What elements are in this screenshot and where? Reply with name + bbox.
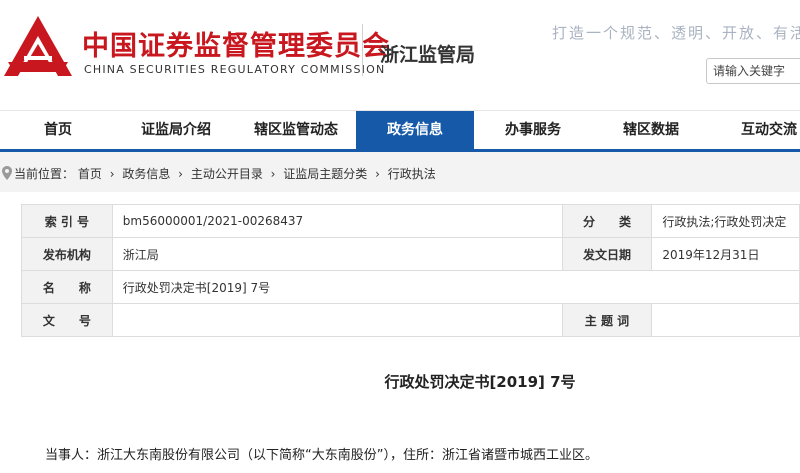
document-paragraph: 当事人：浙江大东南股份有限公司（以下简称“大东南股份”），住所：浙江省诸暨市城西… <box>45 448 598 463</box>
date-label: 发文日期 <box>561 237 653 271</box>
breadcrumb-enforcement[interactable]: 行政执法 <box>388 167 436 181</box>
search-input[interactable] <box>706 58 800 84</box>
csrc-logo-icon[interactable] <box>2 14 74 82</box>
site-title-cn[interactable]: 中国证券监督管理委员会 <box>82 24 390 63</box>
agency-value: 浙江局 <box>111 237 563 271</box>
name-label: 名 称 <box>21 270 113 304</box>
breadcrumb-separator: › <box>270 167 276 181</box>
name-value: 行政处罚决定书[2019] 7号 <box>111 270 800 304</box>
nav-item-interaction[interactable]: 互动交流 <box>710 111 800 150</box>
index-value: bm56000001/2021-00268437 <box>111 204 563 238</box>
breadcrumb-home[interactable]: 首页 <box>78 167 102 181</box>
index-label: 索 引 号 <box>21 204 113 238</box>
nav-item-government-info[interactable]: 政务信息 <box>356 111 474 150</box>
nav-item-supervision-news[interactable]: 辖区监管动态 <box>236 111 356 150</box>
bureau-name[interactable]: 浙江监管局 <box>380 40 475 67</box>
site-title-en: CHINA SECURITIES REGULATORY COMMISSION <box>84 63 386 76</box>
subject-label: 主 题 词 <box>561 303 653 337</box>
header-divider <box>362 24 363 76</box>
nav-item-regional-data[interactable]: 辖区数据 <box>592 111 710 150</box>
breadcrumb-topic-category[interactable]: 证监局主题分类 <box>283 167 367 181</box>
location-pin-icon <box>2 166 12 180</box>
breadcrumb-separator: › <box>109 167 115 181</box>
main-nav: 首页 证监局介绍 辖区监管动态 政务信息 办事服务 辖区数据 互动交流 <box>0 110 800 152</box>
breadcrumb-government-info[interactable]: 政务信息 <box>122 167 170 181</box>
slogan: 打造一个规范、透明、开放、有活力 <box>552 24 800 42</box>
docno-value <box>111 303 563 337</box>
breadcrumb-prefix: 当前位置： <box>14 167 75 181</box>
breadcrumb: 当前位置： 首页 › 政务信息 › 主动公开目录 › 证监局主题分类 › 行政执… <box>0 152 800 192</box>
category-value: 行政执法;行政处罚决定 <box>651 204 800 238</box>
docno-label: 文 号 <box>21 303 113 337</box>
breadcrumb-separator: › <box>375 167 380 181</box>
agency-label: 发布机构 <box>21 237 113 271</box>
nav-item-home[interactable]: 首页 <box>0 111 116 150</box>
breadcrumb-separator: › <box>178 167 183 181</box>
category-label: 分 类 <box>561 204 653 238</box>
date-value: 2019年12月31日 <box>651 237 800 271</box>
document-title: 行政处罚决定书[2019] 7号 <box>384 373 576 391</box>
document-info-table: 索 引 号 bm56000001/2021-00268437 分 类 行政执法;… <box>21 204 800 337</box>
subject-value <box>651 303 800 337</box>
breadcrumb-disclosure-catalog[interactable]: 主动公开目录 <box>191 167 263 181</box>
nav-item-bureau-intro[interactable]: 证监局介绍 <box>116 111 236 150</box>
site-header: 中国证券监督管理委员会 CHINA SECURITIES REGULATORY … <box>0 0 800 110</box>
nav-item-services[interactable]: 办事服务 <box>474 111 592 150</box>
